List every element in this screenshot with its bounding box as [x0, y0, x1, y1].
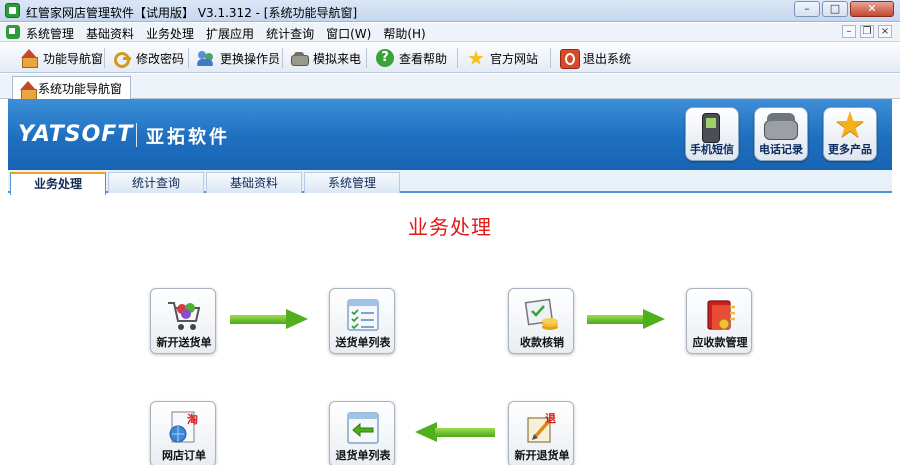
- content-tabs: 业务处理 统计查询 基础资料 系统管理: [8, 170, 892, 195]
- menu-help[interactable]: 帮助(H): [383, 25, 425, 42]
- flow-arrow-right: [587, 309, 667, 329]
- toolbar-label: 更换操作员: [220, 51, 281, 66]
- menu-basic-data[interactable]: 基础资料: [86, 25, 134, 42]
- exit-icon: [560, 49, 580, 69]
- module-label: 送货单列表: [335, 336, 391, 349]
- flow-arrow-right: [230, 309, 310, 329]
- star-icon: [467, 46, 485, 70]
- menu-items: 系统管理 基础资料 业务处理 扩展应用 统计查询 窗口(W) 帮助(H): [26, 25, 426, 42]
- ledger-icon: [707, 300, 735, 330]
- more-products-button[interactable]: ★ 更多产品: [823, 105, 877, 161]
- tab-basic-data[interactable]: 基础资料: [206, 172, 302, 193]
- receivables-management-button[interactable]: 应收款管理: [686, 288, 752, 354]
- window-controls: – □ ✕: [794, 1, 894, 17]
- star-icon: ★: [833, 105, 867, 146]
- module-label: 收款核销: [520, 336, 564, 349]
- minimize-button[interactable]: –: [794, 1, 820, 17]
- toolbar-help-button[interactable]: 查看帮助: [376, 47, 447, 69]
- quick-label: 更多产品: [828, 143, 872, 156]
- panel-title: 业务处理: [408, 215, 492, 239]
- toolbar-label: 查看帮助: [399, 51, 448, 66]
- toolbar-separator: [282, 48, 283, 68]
- home-icon: [20, 49, 38, 68]
- online-order-button[interactable]: 淘 网店订单: [150, 401, 216, 465]
- banner-divider: [136, 123, 137, 147]
- return-list-icon: [347, 412, 379, 444]
- mdi-close-button[interactable]: ×: [878, 25, 892, 38]
- phone-icon: [290, 49, 309, 67]
- mobile-phone-icon: [702, 113, 720, 143]
- tab-label: 系统功能导航窗: [38, 81, 123, 96]
- toolbar-change-password-button[interactable]: 修改密码: [113, 47, 184, 69]
- key-icon: [113, 49, 131, 68]
- menu-bar: 系统管理 基础资料 业务处理 扩展应用 统计查询 窗口(W) 帮助(H) – ❐…: [0, 23, 900, 42]
- checklist-icon: [347, 299, 379, 331]
- quick-label: 电话记录: [759, 143, 803, 156]
- toolbar-separator: [188, 48, 189, 68]
- toolbar-simulate-call-button[interactable]: 模拟来电: [290, 47, 361, 69]
- menu-window[interactable]: 窗口(W): [326, 25, 371, 42]
- coins-icon: [524, 298, 558, 330]
- users-icon: [197, 49, 215, 67]
- new-return-note-button[interactable]: 退 新开退货单: [508, 401, 574, 465]
- shopping-cart-icon: [168, 302, 201, 330]
- tab-navigation-window[interactable]: 系统功能导航窗: [12, 76, 132, 100]
- help-icon: [376, 49, 394, 67]
- toolbar-website-button[interactable]: 官方网站: [467, 46, 539, 70]
- tab-business[interactable]: 业务处理: [10, 172, 106, 195]
- call-log-button[interactable]: 电话记录: [754, 107, 808, 161]
- toolbar: 功能导航窗 修改密码 更换操作员 模拟来电 查看帮助 官方网站 退出系统: [0, 43, 900, 73]
- toolbar-label: 模拟来电: [313, 51, 362, 66]
- menu-system[interactable]: 系统管理: [26, 25, 74, 42]
- banner: YATSOFT 亚拓软件 手机短信 电话记录 ★ 更多产品: [8, 99, 892, 170]
- payment-writeoff-button[interactable]: 收款核销: [508, 288, 574, 354]
- document-tab-strip: 系统功能导航窗: [0, 74, 900, 100]
- new-return-icon: 退: [527, 411, 556, 443]
- toolbar-separator: [366, 48, 367, 68]
- mdi-controls: – ❐ ×: [842, 25, 892, 38]
- sms-button[interactable]: 手机短信: [685, 107, 739, 161]
- menu-extensions[interactable]: 扩展应用: [206, 25, 254, 42]
- app-icon: [5, 3, 20, 18]
- toolbar-label: 官方网站: [490, 51, 539, 66]
- toolbar-navigation-button[interactable]: 功能导航窗: [20, 47, 103, 69]
- module-label: 新开退货单: [514, 449, 570, 462]
- home-icon: [19, 80, 37, 100]
- maximize-button[interactable]: □: [822, 1, 848, 17]
- toolbar-label: 修改密码: [136, 51, 185, 66]
- app-menu-icon[interactable]: [6, 25, 20, 39]
- svg-text:退: 退: [545, 411, 556, 425]
- toolbar-separator: [104, 48, 105, 68]
- online-order-icon: 淘: [169, 411, 198, 443]
- menu-statistics[interactable]: 统计查询: [266, 25, 314, 42]
- flow-arrow-left: [415, 422, 495, 442]
- svg-text:淘: 淘: [187, 412, 198, 426]
- telephone-icon: [764, 113, 798, 140]
- quick-label: 手机短信: [690, 143, 734, 156]
- new-delivery-note-button[interactable]: 新开送货单: [150, 288, 216, 354]
- window-title: 红管家网店管理软件【试用版】 V3.1.312 - [系统功能导航窗]: [26, 6, 358, 20]
- toolbar-separator: [457, 48, 458, 68]
- title-bar: 红管家网店管理软件【试用版】 V3.1.312 - [系统功能导航窗] – □ …: [0, 0, 900, 22]
- delivery-note-list-button[interactable]: 送货单列表: [329, 288, 395, 354]
- toolbar-label: 退出系统: [583, 51, 632, 66]
- return-note-list-button[interactable]: 退货单列表: [329, 401, 395, 465]
- business-panel: 业务处理 新开送货单 送货单列表 收款核销 应收款管理 淘 网店订单 退货单列表…: [8, 195, 892, 465]
- module-label: 网店订单: [162, 449, 206, 462]
- brand-name: 亚拓软件: [146, 127, 230, 148]
- toolbar-switch-operator-button[interactable]: 更换操作员: [197, 47, 280, 69]
- toolbar-exit-button[interactable]: 退出系统: [560, 47, 631, 69]
- mdi-minimize-button[interactable]: –: [842, 25, 856, 38]
- toolbar-separator: [550, 48, 551, 68]
- module-label: 新开送货单: [156, 336, 212, 349]
- close-button[interactable]: ✕: [850, 1, 894, 17]
- mdi-restore-button[interactable]: ❐: [860, 25, 874, 38]
- module-label: 退货单列表: [335, 449, 391, 462]
- menu-business[interactable]: 业务处理: [146, 25, 194, 42]
- tab-statistics[interactable]: 统计查询: [108, 172, 204, 193]
- tab-system[interactable]: 系统管理: [304, 172, 400, 193]
- brand-logo: YATSOFT: [18, 122, 134, 147]
- module-label: 应收款管理: [692, 336, 748, 349]
- toolbar-label: 功能导航窗: [43, 51, 104, 66]
